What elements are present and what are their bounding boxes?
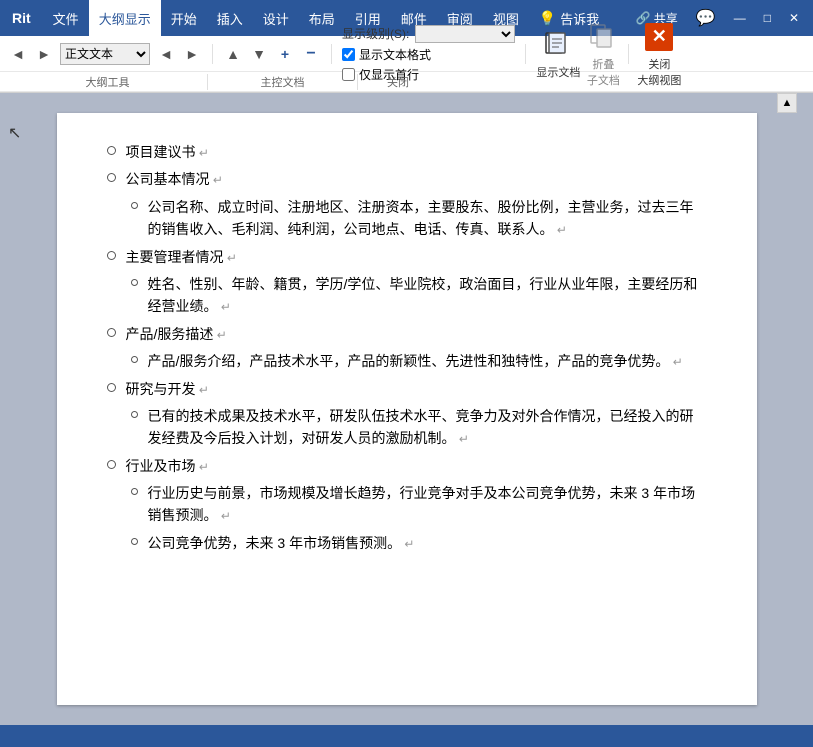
- level-select[interactable]: [415, 25, 515, 43]
- master-doc-label: 主控文档: [208, 74, 358, 90]
- comment-btn[interactable]: 💬: [690, 6, 722, 30]
- show-document-btn[interactable]: 显示文档: [536, 28, 580, 80]
- separator3: [525, 44, 526, 64]
- outline-text: 公司基本情况 ↵: [126, 168, 223, 190]
- menu-insert[interactable]: 插入: [207, 0, 253, 36]
- level2-bullet: [131, 411, 138, 418]
- list-item[interactable]: 研究与开发 ↵: [107, 378, 707, 400]
- style-select[interactable]: 正文文本: [60, 43, 150, 65]
- level2-bullet: [131, 202, 138, 209]
- menu-outline[interactable]: 大纲显示: [89, 0, 161, 36]
- outline-text: 姓名、性别、年龄、籍贯，学历/学位、毕业院校，政治面目，行业从业年限，主要经历和…: [148, 273, 707, 318]
- close-outline-label: 关闭大纲视图: [637, 56, 681, 88]
- close-label: 关闭: [358, 74, 438, 90]
- list-item[interactable]: 产品/服务描述 ↵: [107, 323, 707, 345]
- list-item[interactable]: 行业及市场 ↵: [107, 455, 707, 477]
- promote-btn[interactable]: ▲: [223, 44, 243, 64]
- outline-text: 产品/服务描述 ↵: [126, 323, 227, 345]
- outline-text: 主要管理者情况 ↵: [126, 246, 237, 268]
- close-window-icon: ✕: [789, 11, 799, 25]
- next-nav-btn[interactable]: ►: [182, 44, 202, 64]
- outline-text: 研究与开发 ↵: [126, 378, 209, 400]
- menu-file[interactable]: 文件: [43, 0, 89, 36]
- menu-start[interactable]: 开始: [161, 0, 207, 36]
- ribbon: ◄ ► 正文文本 ◄ ► ▲ ▼ + − 显示级别(S):: [0, 36, 813, 93]
- prev-nav-btn[interactable]: ◄: [156, 44, 176, 64]
- show-level-label: 显示级别(S):: [342, 25, 409, 42]
- list-item[interactable]: 行业历史与前景，市场规模及增长趋势，行业竞争对手及本公司竞争优势，未来 3 年市…: [131, 482, 707, 527]
- maximize-btn[interactable]: □: [758, 9, 777, 27]
- separator2: [331, 44, 332, 64]
- list-item[interactable]: 公司基本情况 ↵: [107, 168, 707, 190]
- close-outline-icon: ✕: [642, 20, 676, 54]
- outline-text: 公司名称、成立时间、注册地区、注册资本，主要股东、股份比例，主营业务，过去三年的…: [148, 196, 707, 241]
- separator1: [212, 44, 213, 64]
- outline-text: 产品/服务介绍，产品技术水平，产品的新颖性、先进性和独特性，产品的竞争优势。 ↵: [148, 350, 683, 372]
- collapse-subdoc-label: 折叠子文档: [587, 56, 620, 88]
- menu-layout[interactable]: 布局: [299, 0, 345, 36]
- minimize-icon: —: [734, 11, 746, 25]
- outline-text: 项目建议书 ↵: [126, 141, 209, 163]
- level1-bullet: [107, 173, 116, 182]
- forward-btn[interactable]: ►: [34, 44, 54, 64]
- outline-tools-label: 大纲工具: [8, 74, 208, 90]
- level1-bullet: [107, 383, 116, 392]
- level2-bullet: [131, 488, 138, 495]
- back-btn[interactable]: ◄: [8, 44, 28, 64]
- show-document-label: 显示文档: [536, 64, 580, 80]
- cursor-indicator: ↖: [8, 123, 21, 143]
- document-area: ↖ 项目建议书 ↵ 公司基本情况 ↵ 公司名称、成立时间、注册地区、注册资本，: [0, 93, 813, 725]
- level2-bullet: [131, 538, 138, 545]
- close-window-btn[interactable]: ✕: [783, 9, 805, 27]
- outline-text: 已有的技术成果及技术水平，研发队伍技术水平、竞争力及对外合作情况，已经投入的研发…: [148, 405, 707, 450]
- level2-bullet: [131, 279, 138, 286]
- maximize-icon: □: [764, 11, 771, 25]
- demote-btn[interactable]: ▼: [249, 44, 269, 64]
- separator4: [628, 44, 629, 64]
- doc-page: ↖ 项目建议书 ↵ 公司基本情况 ↵ 公司名称、成立时间、注册地区、注册资本，: [57, 113, 757, 705]
- menu-bar: 文件 大纲显示 开始 插入 设计 布局 引用 邮件 审阅 视图 💡 告诉我: [43, 0, 622, 36]
- level1-bullet: [107, 328, 116, 337]
- lightbulb-icon: 💡: [539, 10, 556, 27]
- list-item[interactable]: 产品/服务介绍，产品技术水平，产品的新颖性、先进性和独特性，产品的竞争优势。 ↵: [131, 350, 707, 372]
- close-outline-btn[interactable]: ✕ 关闭大纲视图: [637, 20, 681, 88]
- show-document-icon: [541, 28, 575, 62]
- menu-design[interactable]: 设计: [253, 0, 299, 36]
- outline-text: 公司竞争优势，未来 3 年市场销售预测。 ↵: [148, 532, 415, 554]
- level2-bullet: [131, 356, 138, 363]
- show-level-row: 显示级别(S):: [342, 25, 515, 43]
- show-text-format-label: 显示文本格式: [359, 46, 431, 63]
- outline-text: 行业历史与前景，市场规模及增长趋势，行业竞争对手及本公司竞争优势，未来 3 年市…: [148, 482, 707, 527]
- title-app-name: Rit: [0, 0, 43, 36]
- list-item[interactable]: 主要管理者情况 ↵: [107, 246, 707, 268]
- list-item[interactable]: 公司竞争优势，未来 3 年市场销售预测。 ↵: [131, 532, 707, 554]
- minimize-btn[interactable]: —: [728, 9, 752, 27]
- collapse-ribbon-btn[interactable]: ▲: [777, 93, 797, 113]
- level1-bullet: [107, 251, 116, 260]
- level1-bullet: [107, 460, 116, 469]
- collapse-subdoc-btn[interactable]: 折叠子文档: [586, 20, 620, 88]
- collapse-subdoc-icon: [586, 20, 620, 54]
- show-text-format-checkbox[interactable]: [342, 48, 355, 61]
- list-item[interactable]: 公司名称、成立时间、注册地区、注册资本，主要股东、股份比例，主营业务，过去三年的…: [131, 196, 707, 241]
- move-up-btn[interactable]: +: [275, 44, 295, 64]
- outline-text: 行业及市场 ↵: [126, 455, 209, 477]
- move-down-btn[interactable]: −: [301, 44, 321, 64]
- ribbon-labels-row: 大纲工具 主控文档 关闭: [0, 72, 813, 92]
- list-item[interactable]: 项目建议书 ↵: [107, 141, 707, 163]
- list-item[interactable]: 已有的技术成果及技术水平，研发队伍技术水平、竞争力及对外合作情况，已经投入的研发…: [131, 405, 707, 450]
- show-format-row: 显示文本格式: [342, 46, 515, 63]
- list-item[interactable]: 姓名、性别、年龄、籍贯，学历/学位、毕业院校，政治面目，行业从业年限，主要经历和…: [131, 273, 707, 318]
- status-bar: [0, 725, 813, 747]
- outline-toolbar: ◄ ► 正文文本 ◄ ► ▲ ▼ + − 显示级别(S):: [0, 36, 813, 72]
- comment-icon: 💬: [696, 8, 716, 28]
- level1-bullet: [107, 146, 116, 155]
